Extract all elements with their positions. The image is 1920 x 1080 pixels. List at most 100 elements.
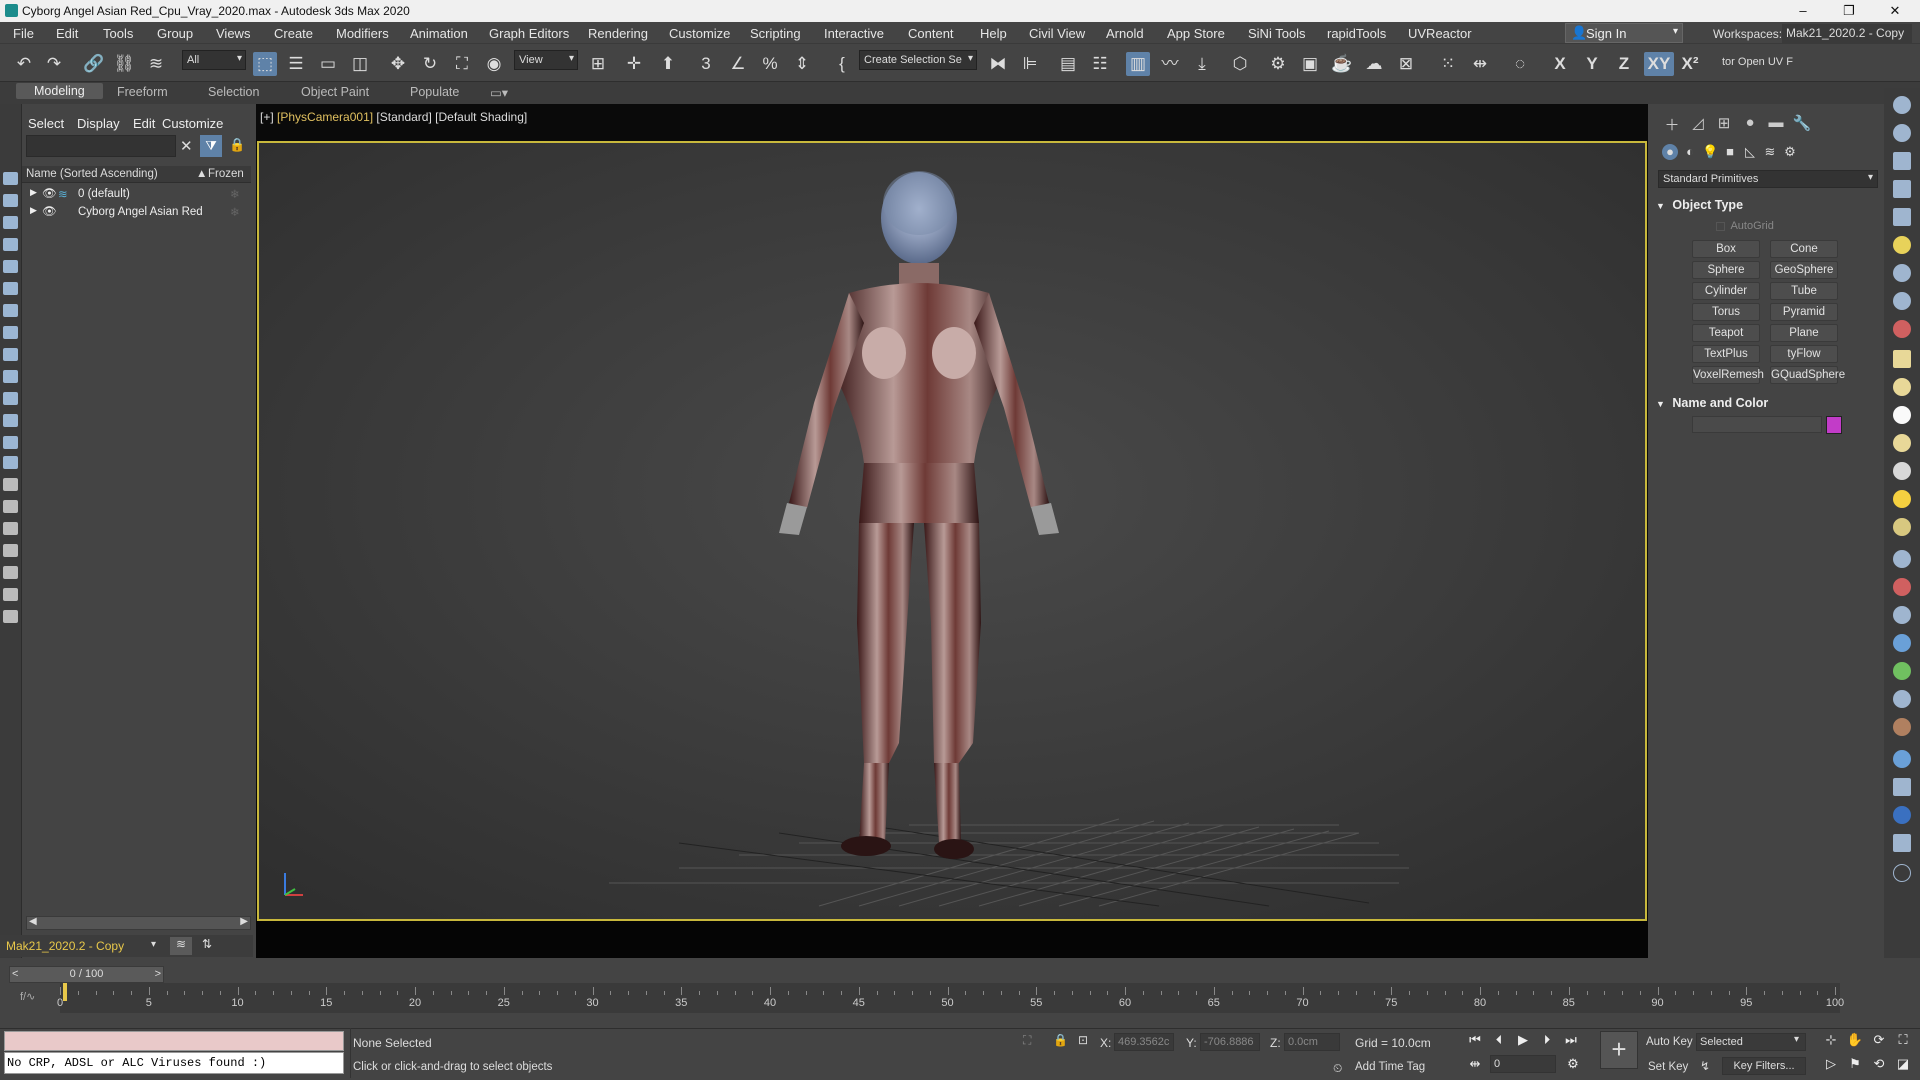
cameras-icon[interactable]: ■	[1722, 144, 1738, 160]
ribbon-toggle-icon[interactable]: ▥	[1126, 52, 1150, 76]
render-production-icon[interactable]: ☕	[1330, 52, 1354, 76]
helpers-icon[interactable]: ◺	[1742, 144, 1758, 160]
time-config-icon[interactable]: ⚙	[1564, 1055, 1582, 1073]
freeze-icon[interactable]: ❄	[230, 205, 240, 219]
spacewarps-icon[interactable]: ≋	[1762, 144, 1778, 160]
rect-selection-icon[interactable]: ▭	[316, 52, 340, 76]
angle-snap-icon[interactable]: ∠	[726, 52, 750, 76]
schematic-view-icon[interactable]: ⤓	[1190, 52, 1214, 76]
menu-views[interactable]: Views	[216, 26, 250, 41]
column-frozen-header[interactable]: Frozen	[208, 168, 244, 180]
pan-view-icon[interactable]: ✋	[1846, 1031, 1864, 1049]
list-item[interactable]: ▶ 👁 ≋ 0 (default) ❄	[22, 186, 251, 203]
next-frame-button-icon[interactable]: ⏵	[1538, 1031, 1556, 1049]
display-influences-icon[interactable]	[3, 500, 18, 513]
display-shapes-icon[interactable]	[3, 216, 18, 229]
display-bones-icon[interactable]	[3, 370, 18, 383]
horizontal-scrollbar[interactable]: ◀ ▶	[26, 916, 251, 930]
visibility-eye-icon[interactable]: 👁	[42, 186, 57, 200]
scale-icon[interactable]: ⛶	[450, 52, 474, 76]
walk-through-icon[interactable]: ⚑	[1846, 1055, 1864, 1073]
hierarchy-tab-icon[interactable]: ⊞	[1714, 114, 1734, 134]
y-coord-field[interactable]: -706.8886	[1200, 1033, 1260, 1051]
tyflow-button[interactable]: tyFlow	[1770, 345, 1838, 363]
displacement-icon[interactable]	[1893, 718, 1911, 736]
cylinder-button[interactable]: Cylinder	[1692, 282, 1760, 300]
mesh-icon[interactable]	[1893, 606, 1911, 624]
layer-explorer-icon[interactable]: ☷	[1088, 52, 1112, 76]
utilities-tab-icon[interactable]: 🔧	[1792, 114, 1812, 134]
funnel-icon[interactable]	[3, 588, 18, 601]
plane-button[interactable]: Plane	[1770, 324, 1838, 342]
create-tab-icon[interactable]: ＋	[1662, 114, 1682, 134]
material-editor-icon[interactable]: ⬡	[1228, 52, 1252, 76]
teapot-button[interactable]: Teapot	[1692, 324, 1760, 342]
menu-file[interactable]: File	[13, 26, 34, 41]
orbit-subobject-icon[interactable]: ⟲	[1870, 1055, 1888, 1073]
scene-menu-customize[interactable]: Customize	[162, 116, 223, 131]
axis-y-button[interactable]: Y	[1580, 52, 1604, 76]
filter-icon[interactable]	[3, 566, 18, 579]
percent-snap-icon[interactable]: %	[758, 52, 782, 76]
render-frame-icon[interactable]	[1893, 152, 1911, 170]
place-icon[interactable]: ◉	[482, 52, 506, 76]
workspace-select[interactable]: Mak21_2020.2 - Copy	[1782, 24, 1912, 43]
menu-content[interactable]: Content	[908, 26, 954, 41]
previous-frame-icon[interactable]: ⏴	[1490, 1031, 1508, 1049]
current-layer-dropdown[interactable]: Mak21_2020.2 - Copy	[6, 939, 124, 953]
orbit-icon[interactable]: ⟳	[1870, 1031, 1888, 1049]
rendered-frame-window-icon[interactable]: ▣	[1298, 52, 1322, 76]
vray-ies-icon[interactable]	[1893, 434, 1911, 452]
select-object-icon[interactable]: ⬚	[253, 52, 277, 76]
render-cloud-icon[interactable]: ⊠	[1394, 52, 1418, 76]
sphere-button[interactable]: Sphere	[1692, 261, 1760, 279]
next-frame-icon[interactable]: >	[155, 967, 161, 982]
key-filters-button[interactable]: Key Filters...	[1722, 1057, 1806, 1075]
menu-scripting[interactable]: Scripting	[750, 26, 801, 41]
vray-sphere-icon[interactable]	[1893, 406, 1911, 424]
menu-group[interactable]: Group	[157, 26, 193, 41]
tab-freeform[interactable]: Freeform	[117, 85, 168, 99]
pyramid-button[interactable]: Pyramid	[1770, 303, 1838, 321]
layers-icon[interactable]: ≋	[170, 937, 192, 955]
display-tab-icon[interactable]: ▬	[1766, 114, 1786, 134]
menu-rendering[interactable]: Rendering	[588, 26, 648, 41]
scene-search-input[interactable]	[26, 135, 176, 157]
display-ik-icon[interactable]	[3, 544, 18, 557]
filter-toggle-icon[interactable]: ⧩	[200, 135, 222, 157]
link-icon[interactable]: 🔗	[82, 52, 106, 76]
menu-app-store[interactable]: App Store	[1167, 26, 1225, 41]
tab-object-paint[interactable]: Object Paint	[301, 85, 369, 99]
vfb-icon[interactable]	[1893, 806, 1911, 824]
selection-lock-icon[interactable]: 🔒	[1053, 1033, 1068, 1047]
play-icon[interactable]: ▶	[1514, 1031, 1532, 1049]
scroll-left-icon[interactable]: ◀	[29, 916, 37, 927]
go-to-end-icon[interactable]: ⏭	[1562, 1031, 1580, 1049]
select-by-name-icon[interactable]: ☰	[284, 52, 308, 76]
menu-modifiers[interactable]: Modifiers	[336, 26, 389, 41]
key-mode-dropdown[interactable]: Selected	[1696, 1033, 1806, 1051]
voxelremesh-button[interactable]: VoxelRemesh	[1692, 366, 1764, 384]
named-selection-set-dropdown[interactable]: Create Selection Se	[859, 50, 977, 70]
spinner-snap-icon[interactable]: ⇕	[790, 52, 814, 76]
expand-arrow-icon[interactable]: ▶	[30, 205, 37, 216]
menu-graph-editors[interactable]: Graph Editors	[489, 26, 569, 41]
list-item[interactable]: ▶ 👁 Cyborg Angel Asian Red ❄	[22, 204, 251, 221]
pivot-center-icon[interactable]: ⊞	[586, 52, 610, 76]
maxscript-output[interactable]: No CRP, ADSL or ALC Viruses found :)	[4, 1052, 344, 1074]
key-filters-icon[interactable]: ↯	[1700, 1059, 1710, 1073]
axis-z-button[interactable]: Z	[1612, 52, 1636, 76]
converter-icon[interactable]	[1893, 778, 1911, 796]
align-icon[interactable]: ⊫	[1018, 52, 1042, 76]
display-cameras-icon[interactable]	[3, 260, 18, 273]
display-all-icon[interactable]	[3, 456, 18, 469]
vray-sun-icon[interactable]	[1893, 490, 1911, 508]
box-button[interactable]: Box	[1692, 240, 1760, 258]
textplus-button[interactable]: TextPlus	[1692, 345, 1760, 363]
scene-manager-icon[interactable]	[1893, 834, 1911, 852]
geosphere-button[interactable]: GeoSphere	[1770, 261, 1838, 279]
grid-snap-icon[interactable]: ⁙	[1436, 52, 1460, 76]
max-toggle-icon[interactable]: ◪	[1894, 1055, 1912, 1073]
help-icon[interactable]	[1893, 864, 1911, 882]
selection-filter-dropdown[interactable]: All	[182, 50, 246, 70]
